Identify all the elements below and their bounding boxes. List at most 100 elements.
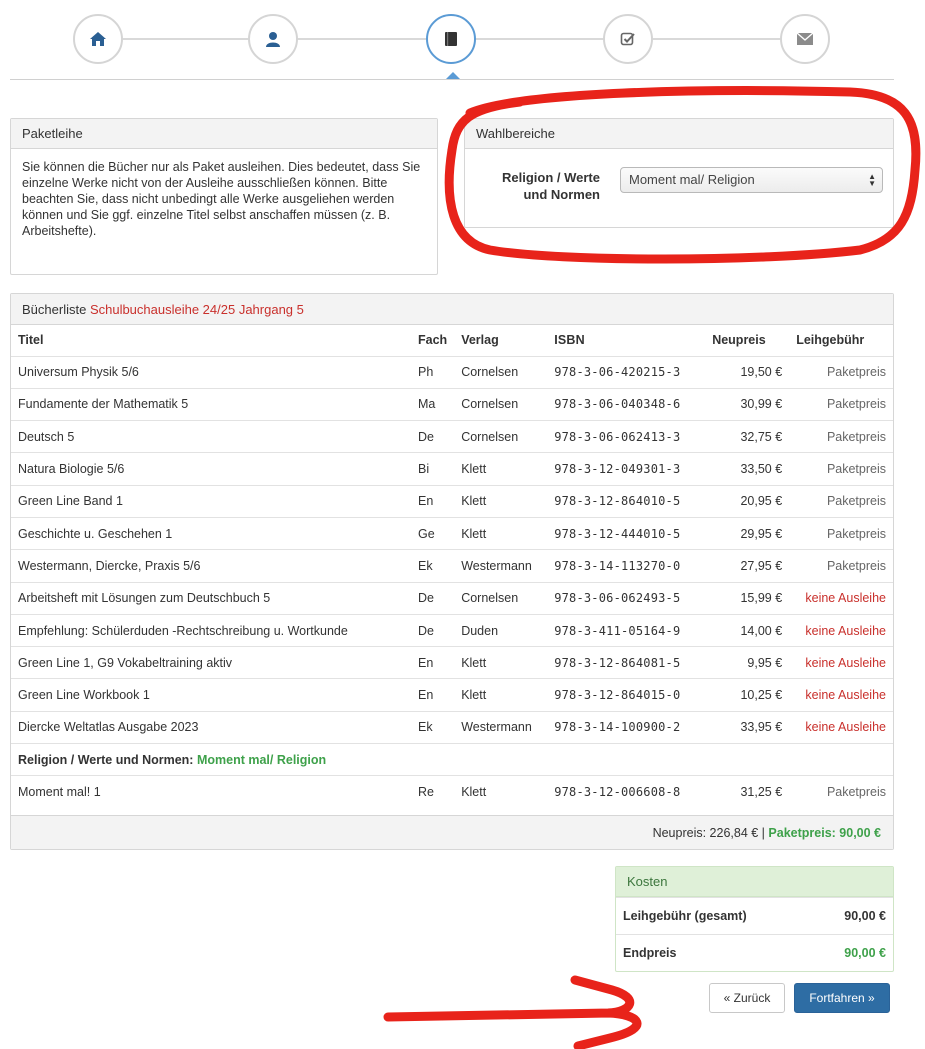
table-header-row: Titel Fach Verlag ISBN Neupreis Leihgebü… — [11, 325, 893, 356]
cell-isbn: 978-3-12-864081-5 — [547, 646, 706, 679]
user-icon — [266, 32, 280, 47]
table-row: Natura Biologie 5/6 Bi Klett 978-3-12-04930… — [11, 452, 893, 486]
cell-neupreis: 19,50 € — [705, 355, 790, 389]
cell-leihgebuehr: Paketpreis — [789, 452, 893, 486]
table-row: Geschichte u. Geschehen 1 Ge Klett 978-3-12… — [11, 516, 893, 550]
cell-neupreis: 14,00 € — [705, 613, 790, 647]
cell-fach: Ge — [411, 516, 455, 550]
buecherliste-panel: Bücherliste Schulbuchausleihe 24/25 Jahr… — [10, 293, 894, 850]
cell-fach: De — [411, 613, 455, 647]
cell-leihgebuehr: keine Ausleihe — [789, 678, 893, 712]
cell-fach: En — [411, 484, 455, 518]
col-header-neupreis: Neupreis — [712, 333, 766, 348]
cell-neupreis: 20,95 € — [705, 484, 790, 518]
cell-isbn: 978-3-06-420215-3 — [547, 355, 706, 389]
cell-titel: Geschichte u. Geschehen 1 — [11, 516, 411, 550]
cell-verlag: Klett — [454, 646, 548, 679]
book-table: Titel Fach Verlag ISBN Neupreis Leihgebü… — [11, 325, 893, 809]
table-row: Empfehlung: Schülerduden -Rechtschreibun… — [11, 613, 893, 647]
table-row: Moment mal! 1 Re Klett 978-3-12-006608-8… — [11, 775, 893, 809]
step-wizard — [0, 0, 925, 90]
cell-neupreis: 15,99 € — [705, 581, 790, 615]
home-icon — [90, 32, 106, 46]
cell-verlag: Duden — [454, 613, 548, 647]
cell-fach: Bi — [411, 452, 455, 486]
buecherliste-subtitle: Schulbuchausleihe 24/25 Jahrgang 5 — [89, 302, 304, 317]
step-check[interactable] — [603, 14, 653, 64]
cell-verlag: Klett — [454, 484, 548, 518]
step-books[interactable] — [426, 14, 476, 64]
cell-leihgebuehr: Paketpreis — [789, 549, 893, 583]
cell-isbn: 978-3-14-100900-2 — [547, 710, 706, 744]
neupreis-total: Neupreis: 226,84 € | — [652, 826, 765, 840]
cell-leihgebuehr: Paketpreis — [789, 420, 893, 453]
leihgebuehr-row: Leihgebühr (gesamt) 90,00 € — [616, 897, 893, 934]
cell-isbn: 978-3-06-040348-6 — [547, 387, 706, 421]
cell-leihgebuehr: keine Ausleihe — [789, 646, 893, 679]
kosten-panel: Kosten Leihgebühr (gesamt) 90,00 € Endpr… — [615, 866, 894, 972]
cell-verlag: Westermann — [454, 549, 548, 583]
paketleihe-title: Paketleihe — [11, 119, 437, 149]
cell-titel: Fundamente der Mathematik 5 — [11, 387, 411, 421]
cell-titel: Natura Biologie 5/6 — [11, 452, 411, 486]
col-header-titel: Titel — [18, 333, 44, 348]
cell-titel: Moment mal! 1 — [11, 775, 411, 809]
buecherliste-title: Bücherliste — [22, 302, 87, 317]
kosten-title: Kosten — [616, 867, 893, 897]
cell-titel: Diercke Weltatlas Ausgabe 2023 — [11, 710, 411, 744]
cell-isbn: 978-3-12-444010-5 — [547, 516, 706, 550]
cell-fach: En — [411, 646, 455, 679]
cell-neupreis: 9,95 € — [705, 646, 790, 679]
wizard-baseline — [10, 79, 894, 80]
group-row-religion: Religion / Werte und Normen: Moment mal/… — [11, 743, 893, 776]
cell-titel: Empfehlung: Schülerduden -Rechtschreibun… — [11, 613, 411, 647]
wahlbereiche-panel: Wahlbereiche Religion / Werte und Normen… — [464, 118, 894, 228]
cell-leihgebuehr: Paketpreis — [789, 484, 893, 518]
cell-isbn: 978-3-12-006608-8 — [547, 775, 706, 809]
totals-bar: Neupreis: 226,84 € | Paketpreis: 90,00 € — [11, 815, 893, 849]
table-row: Green Line Workbook 1 En Klett 978-3-12-864… — [11, 678, 893, 712]
continue-button[interactable]: Fortfahren » — [794, 983, 890, 1013]
cell-neupreis: 32,75 € — [705, 420, 790, 453]
cell-neupreis: 31,25 € — [705, 775, 790, 809]
cell-fach: Re — [411, 775, 455, 809]
cell-fach: De — [411, 581, 455, 615]
cell-leihgebuehr: Paketpreis — [789, 387, 893, 421]
cell-neupreis: 29,95 € — [705, 516, 790, 550]
select-arrows-icon: ▲ ▼ — [868, 172, 876, 188]
cell-leihgebuehr: keine Ausleihe — [789, 613, 893, 647]
cell-fach: En — [411, 678, 455, 712]
cell-titel: Westermann, Diercke, Praxis 5/6 — [11, 549, 411, 583]
group-label: Religion / Werte und Normen: — [18, 752, 194, 767]
col-header-leihgebuehr: Leihgebühr — [796, 333, 865, 348]
back-button[interactable]: « Zurück — [709, 983, 785, 1013]
group-cell: Religion / Werte und Normen: Moment mal/… — [11, 743, 893, 776]
check-icon — [620, 32, 635, 46]
cell-isbn: 978-3-12-864015-0 — [547, 678, 706, 712]
step-user[interactable] — [248, 14, 298, 64]
cell-isbn: 978-3-12-864010-5 — [547, 484, 706, 518]
cell-verlag: Cornelsen — [454, 387, 548, 421]
paketpreis-total: Paketpreis: 90,00 € — [768, 826, 881, 840]
cell-isbn: 978-3-06-062493-5 — [547, 581, 706, 615]
cell-fach: Ma — [411, 387, 455, 421]
step-mail[interactable] — [780, 14, 830, 64]
endpreis-value: 90,00 € — [844, 946, 886, 960]
annotation-arrow — [383, 975, 642, 1049]
cell-titel: Arbeitsheft mit Lösungen zum Deutschbuch… — [11, 581, 411, 615]
religion-select[interactable]: Moment mal/ Religion ▲ ▼ — [620, 167, 883, 193]
table-row: Green Line 1, G9 Vokabeltraining aktiv En… — [11, 646, 893, 679]
cell-verlag: Klett — [454, 452, 548, 486]
step-home[interactable] — [73, 14, 123, 64]
table-row: Westermann, Diercke, Praxis 5/6 Ek Westerm… — [11, 549, 893, 583]
religion-label-line2: und Normen — [523, 187, 600, 202]
cell-verlag: Westermann — [454, 710, 548, 744]
cell-verlag: Klett — [454, 775, 548, 809]
cell-titel: Green Line Band 1 — [11, 484, 411, 518]
cell-fach: Ek — [411, 710, 455, 744]
endpreis-label: Endpreis — [623, 946, 677, 960]
leihgebuehr-label: Leihgebühr (gesamt) — [623, 909, 747, 923]
cell-verlag: Klett — [454, 516, 548, 550]
table-row: Arbeitsheft mit Lösungen zum Deutschbuch… — [11, 581, 893, 615]
group-value: Moment mal/ Religion — [196, 752, 327, 767]
